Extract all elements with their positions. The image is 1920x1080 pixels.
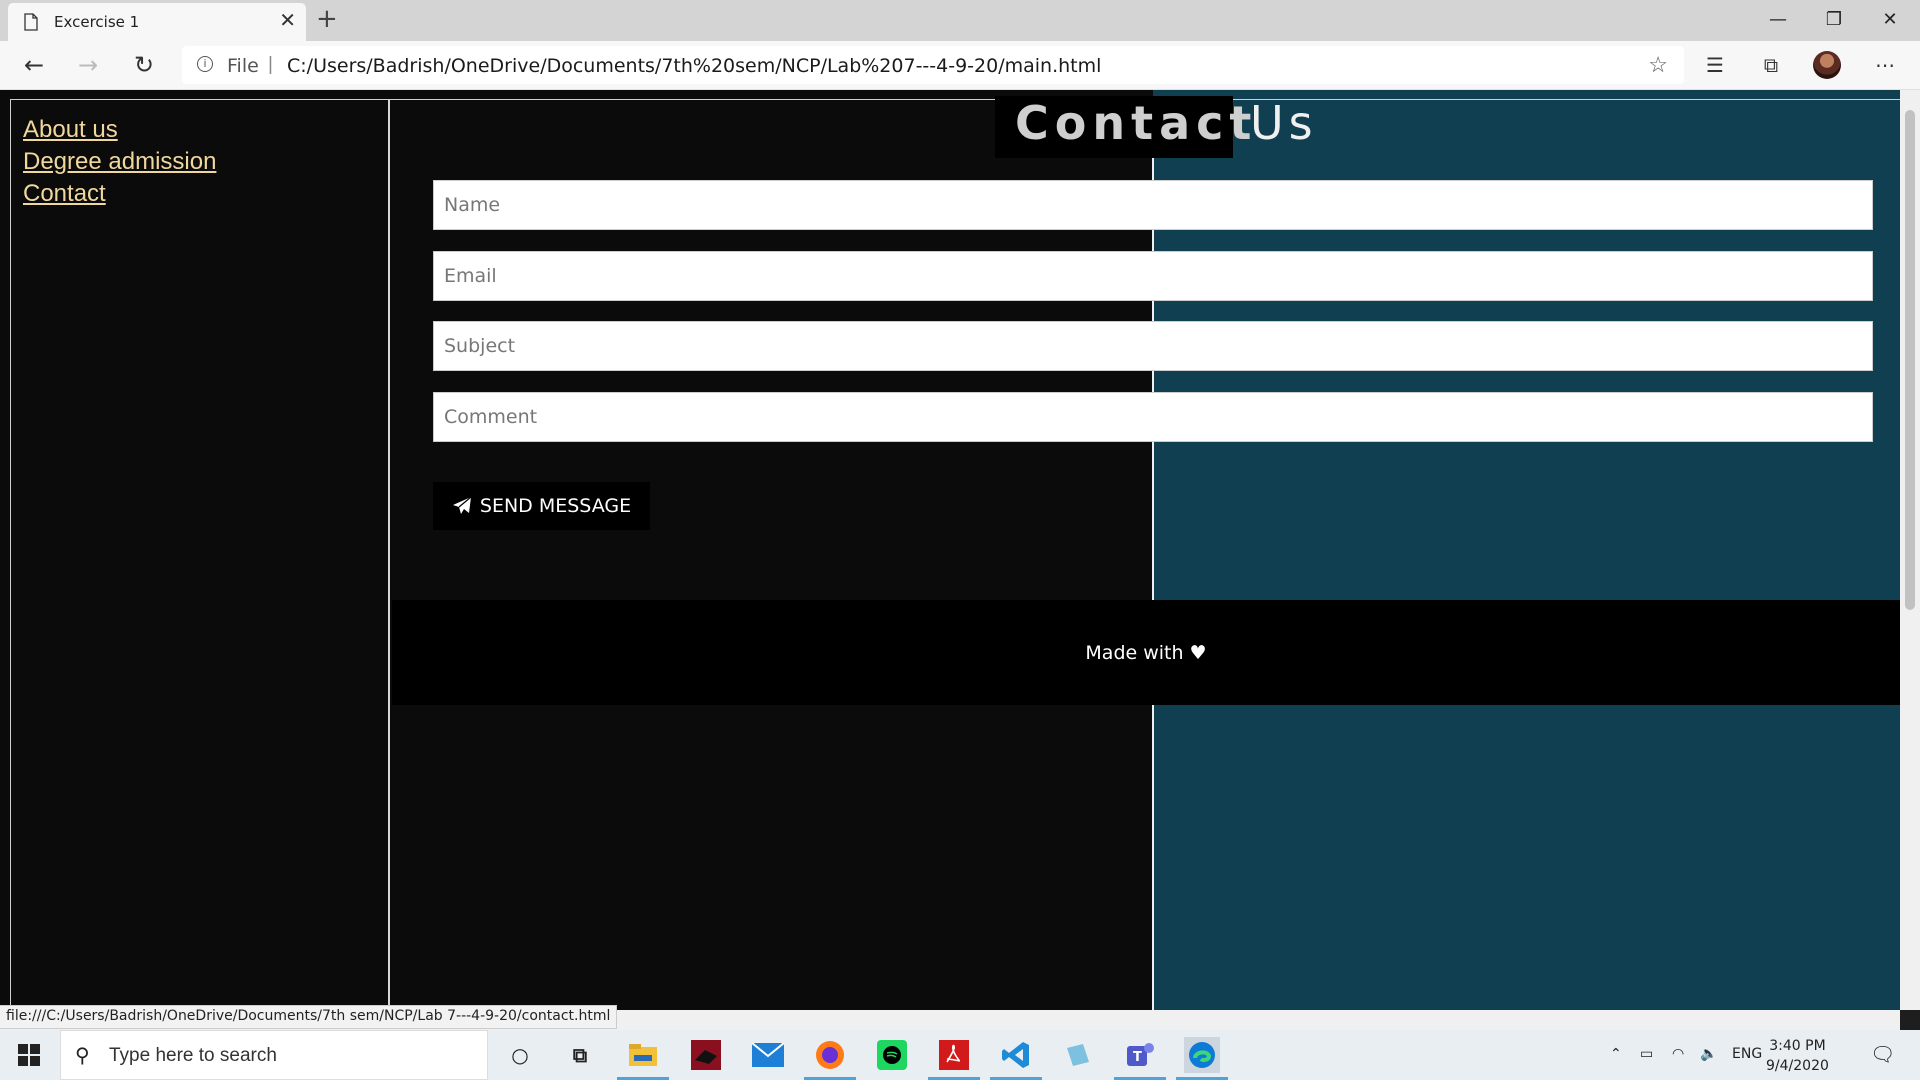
url-text[interactable]: C:/Users/Badrish/OneDrive/Documents/7th%… — [287, 55, 1101, 77]
footer: Made with ♥ — [392, 600, 1900, 705]
refresh-icon[interactable]: ↻ — [128, 49, 160, 81]
task-view-icon[interactable]: ⧉ — [562, 1037, 598, 1073]
language-indicator[interactable]: ENG — [1732, 1046, 1762, 1062]
address-bar[interactable]: i File | C:/Users/Badrish/OneDrive/Docum… — [182, 46, 1684, 84]
vertical-scroll-thumb[interactable] — [1905, 110, 1915, 610]
page-icon — [24, 13, 38, 31]
teams-icon[interactable]: T — [1114, 1037, 1166, 1080]
clock-time: 3:40 PM — [1769, 1038, 1826, 1054]
svg-text:T: T — [1133, 1050, 1142, 1065]
page-title-us: Us — [1250, 96, 1318, 150]
file-explorer-icon[interactable] — [617, 1037, 669, 1080]
browser-tab[interactable]: Excercise 1 ✕ — [8, 3, 306, 41]
system-clock[interactable]: 3:40 PM 9/4/2020 — [1766, 1036, 1829, 1076]
notifications-icon[interactable]: 🗨 — [1870, 1042, 1895, 1066]
nav-link-degree-admission[interactable]: Degree admission — [23, 146, 216, 178]
windows-start-icon[interactable] — [18, 1044, 40, 1066]
paper-plane-icon — [452, 496, 472, 514]
nav-list: About us Degree admission Contact — [11, 114, 216, 210]
browser-toolbar: ← → ↻ i File | C:/Users/Badrish/OneDrive… — [0, 41, 1920, 90]
send-message-button[interactable]: SEND MESSAGE — [433, 482, 650, 530]
back-icon[interactable]: ← — [18, 49, 50, 81]
close-tab-icon[interactable]: ✕ — [279, 11, 296, 31]
clock-date: 9/4/2020 — [1766, 1058, 1829, 1074]
wifi-icon[interactable]: ◠ — [1672, 1046, 1684, 1062]
comment-input[interactable] — [433, 392, 1873, 442]
name-input[interactable] — [433, 180, 1873, 230]
email-input[interactable] — [433, 251, 1873, 301]
heart-icon: ♥ — [1189, 642, 1207, 664]
vertical-scrollbar[interactable] — [1900, 90, 1920, 1010]
favorites-list-icon[interactable]: ☰ — [1700, 50, 1730, 80]
game-app-icon[interactable] — [688, 1037, 724, 1073]
center-divider — [1152, 100, 1154, 1010]
browser-titlebar: Excercise 1 ✕ + — ❐ ✕ — [0, 0, 1920, 41]
close-window-icon[interactable]: ✕ — [1862, 0, 1918, 38]
more-options-icon[interactable]: ⋯ — [1870, 50, 1900, 80]
send-message-label: SEND MESSAGE — [479, 495, 632, 517]
edge-browser-icon[interactable] — [1176, 1037, 1228, 1080]
page-title-contact: Contact — [1015, 96, 1258, 150]
show-hidden-icons-icon[interactable]: ⌃ — [1610, 1046, 1622, 1062]
vscode-icon[interactable] — [990, 1037, 1042, 1080]
firefox-icon[interactable] — [804, 1037, 856, 1080]
status-bar-link-preview: file:///C:/Users/Badrish/OneDrive/Docume… — [0, 1005, 618, 1029]
sidebar-nav: About us Degree admission Contact — [10, 100, 390, 1010]
restore-icon[interactable]: ❐ — [1806, 0, 1862, 38]
spotify-icon[interactable] — [874, 1037, 910, 1073]
acrobat-icon[interactable] — [928, 1037, 980, 1080]
mail-icon[interactable] — [750, 1037, 786, 1073]
taskbar-search[interactable]: ⚲ Type here to search — [60, 1030, 488, 1080]
footer-text-line: Made with ♥ — [392, 642, 1900, 664]
battery-icon[interactable]: ▭ — [1640, 1046, 1653, 1062]
subject-input[interactable] — [433, 321, 1873, 371]
windows-taskbar: ⚲ Type here to search ○ ⧉ T ⌃ ▭ ◠ 🔈 ENG … — [0, 1030, 1920, 1080]
url-scheme: File — [227, 55, 259, 77]
page-viewport: About us Degree admission Contact Contac… — [0, 90, 1900, 1010]
footer-text: Made with — [1085, 642, 1184, 664]
search-icon: ⚲ — [75, 1045, 90, 1067]
collections-icon[interactable]: ⧉ — [1756, 50, 1786, 80]
app-icon[interactable] — [1060, 1037, 1096, 1073]
nav-link-contact[interactable]: Contact — [23, 178, 216, 210]
cortana-icon[interactable]: ○ — [502, 1037, 538, 1073]
info-icon[interactable]: i — [197, 56, 213, 72]
new-tab-icon[interactable]: + — [316, 6, 338, 32]
minimize-icon[interactable]: — — [1750, 0, 1806, 38]
profile-avatar[interactable] — [1813, 51, 1841, 79]
nav-link-about-us[interactable]: About us — [23, 114, 216, 146]
volume-icon[interactable]: 🔈 — [1700, 1046, 1717, 1062]
search-placeholder: Type here to search — [109, 1045, 277, 1066]
url-separator: | — [268, 54, 273, 75]
tab-title: Excercise 1 — [54, 13, 140, 31]
forward-icon[interactable]: → — [72, 49, 104, 81]
favorite-star-icon[interactable]: ☆ — [1648, 52, 1668, 78]
